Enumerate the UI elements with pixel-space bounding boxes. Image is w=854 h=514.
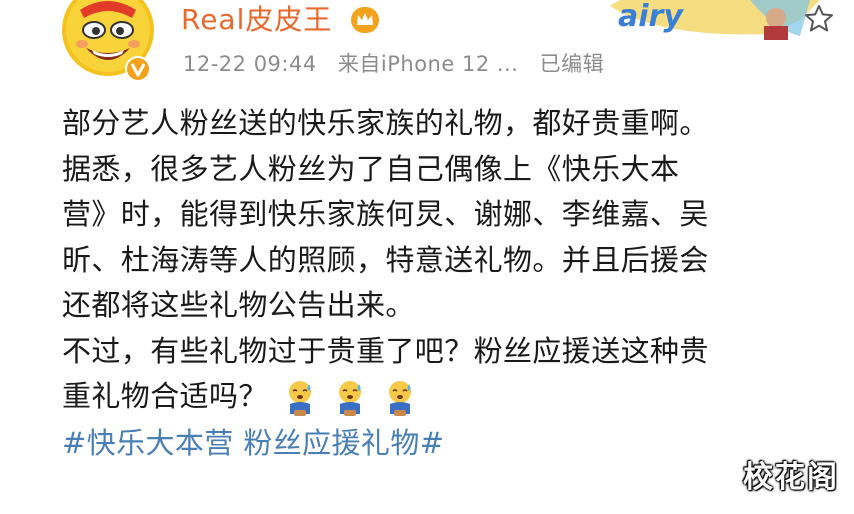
edited-label[interactable]: 已编辑	[540, 52, 605, 76]
post-body: 部分艺人粉丝送的快乐家族的礼物，都好贵重啊。 据悉，很多艺人粉丝为了自己偶像上《…	[62, 101, 822, 466]
weibo-post-card: Real皮皮王 12-22 09:44 来自iPhone 12 ... 已编辑 …	[0, 0, 854, 514]
username[interactable]: Real皮皮王	[181, 2, 332, 38]
post-line: 重礼物合适吗？	[62, 379, 268, 413]
post-line: 部分艺人粉丝送的快乐家族的礼物，都好贵重啊。	[62, 106, 709, 140]
post-line: 昕、杜海涛等人的照顾，特意送礼物。并且后援会	[62, 242, 709, 277]
banner-text: airy	[618, 0, 684, 34]
post-line: 还都将这些礼物公告出来。	[62, 288, 415, 322]
emoji-row	[284, 375, 434, 421]
post-datetime: 12-22 09:44	[183, 52, 317, 76]
post-line: 不过，有些礼物过于贵重了吧？粉丝应援送这种贵	[62, 333, 709, 368]
sweating-emoji-icon	[288, 381, 311, 417]
sweating-emoji-icon	[388, 381, 411, 417]
post-line-with-emojis: 重礼物合适吗？	[62, 374, 822, 421]
post-meta: 12-22 09:44 来自iPhone 12 ... 已编辑	[183, 50, 618, 78]
favorite-star-icon[interactable]	[803, 3, 835, 35]
crown-icon[interactable]	[350, 6, 380, 34]
hashtag-line: #快乐大本营 粉丝应援礼物#	[62, 421, 822, 467]
verified-badge-icon	[125, 56, 151, 82]
hashtag-link[interactable]: #快乐大本营 粉丝应援礼物#	[62, 426, 444, 460]
post-source[interactable]: 来自iPhone 12 ...	[338, 52, 518, 76]
watermark: 校花阁	[743, 460, 839, 495]
sweating-emoji-icon	[338, 381, 361, 417]
post-line: 据悉，很多艺人粉丝为了自己偶像上《快乐大本	[62, 151, 680, 186]
post-line: 营》时，能得到快乐家族何炅、谢娜、李维嘉、吴	[62, 197, 709, 231]
